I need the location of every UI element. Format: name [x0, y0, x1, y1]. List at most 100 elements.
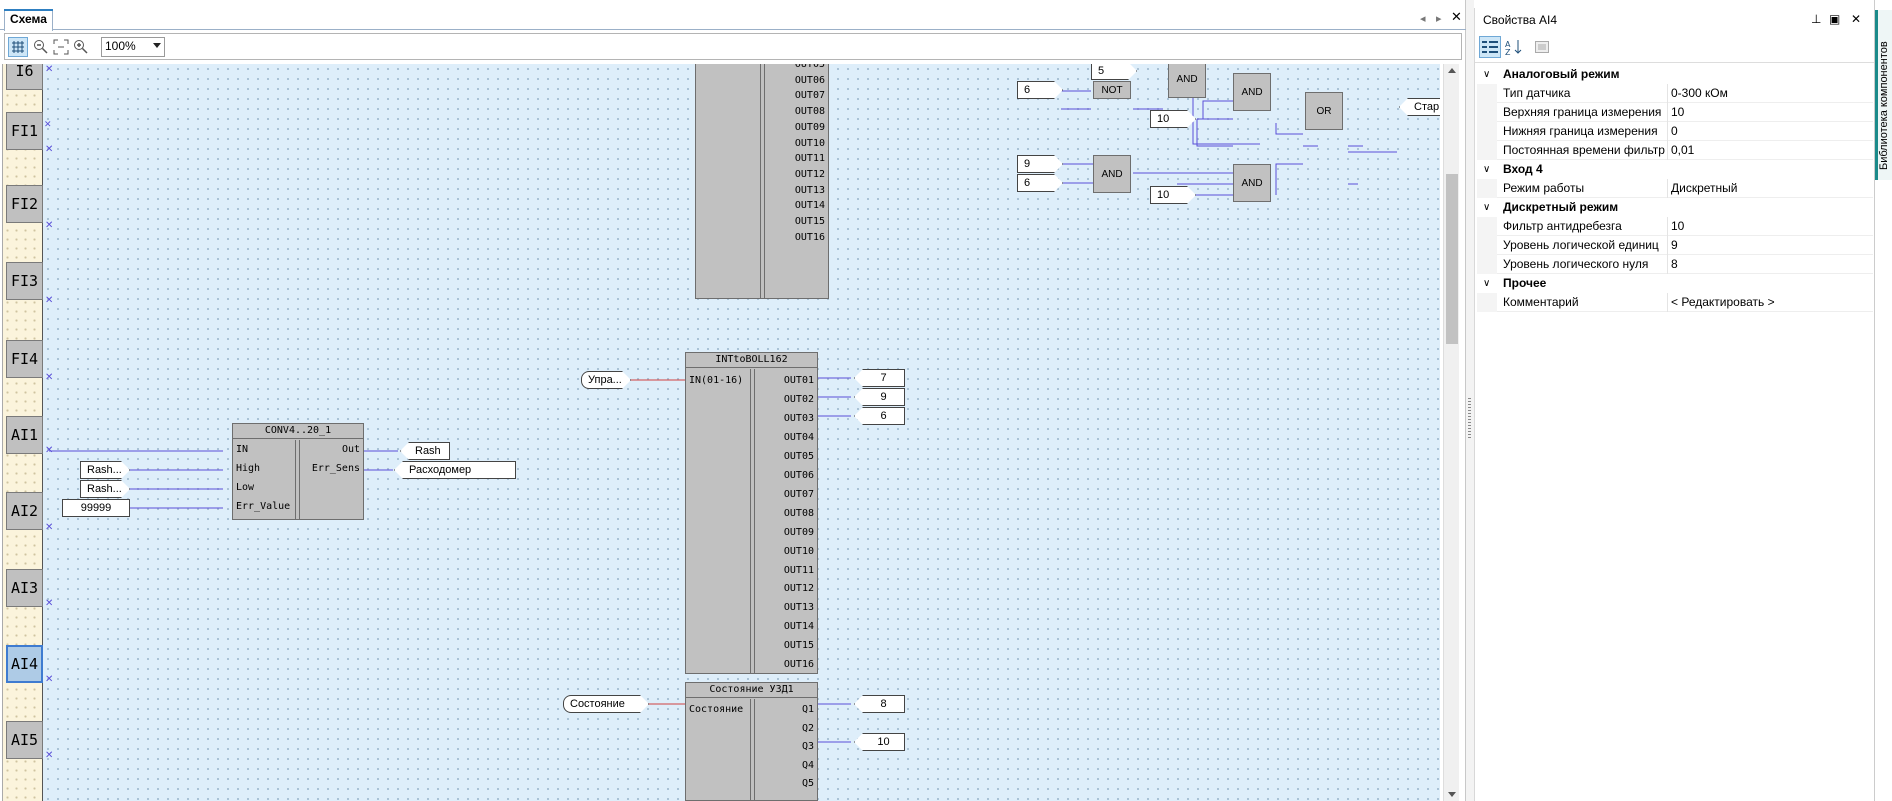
conv-out-flag[interactable]: Rash — [400, 442, 450, 460]
top-block[interactable]: OUT05 OUT06 OUT07 OUT08 OUT09 OUT10 OUT11 OUT12… — [695, 64, 829, 299]
conv-output-err-sens[interactable]: Err_Sens — [312, 463, 360, 475]
maximize-icon[interactable]: ▣ — [1829, 12, 1840, 26]
property-row[interactable]: Уровень логического нуля 8 — [1477, 255, 1873, 274]
property-row[interactable]: Верхняя граница измерения 10 — [1477, 103, 1873, 122]
state-input[interactable]: Состояние — [689, 704, 743, 716]
io-block-ai4[interactable]: AI4 — [6, 645, 43, 683]
schema-canvas[interactable]: ✕ I6 FI1 FI2 FI3 FI4 AI1 AI2 AI3 AI4 AI5… — [2, 64, 1440, 801]
and-gate-2[interactable]: AND — [1233, 73, 1271, 111]
scroll-thumb[interactable] — [1446, 174, 1458, 344]
zoom-in-icon[interactable] — [71, 37, 91, 57]
state-block-output-0[interactable]: Q1 — [802, 704, 814, 716]
property-value[interactable]: < Редактировать > — [1667, 293, 1775, 312]
state-block-output-1[interactable]: Q2 — [802, 723, 814, 735]
io-block-fi4[interactable]: FI4 — [6, 340, 43, 378]
property-row[interactable]: Режим работы Дискретный — [1477, 179, 1873, 198]
int-block-output-15[interactable]: OUT16 — [784, 659, 814, 671]
property-group[interactable]: ∨ Вход 4 — [1477, 160, 1873, 179]
io-block-ai2[interactable]: AI2 — [6, 492, 43, 530]
const-10b[interactable]: 10 — [1150, 186, 1196, 204]
int-out03-flag[interactable]: 6 — [854, 407, 905, 425]
const-10a[interactable]: 10 — [1150, 110, 1196, 128]
const-6a[interactable]: 6 — [1017, 81, 1063, 99]
zoom-fit-icon[interactable] — [51, 37, 71, 57]
tab-scroll-left-icon[interactable]: ◂ — [1420, 12, 1426, 25]
not-gate[interactable]: NOT — [1093, 81, 1131, 99]
int-block-output-8[interactable]: OUT09 — [784, 527, 814, 539]
component-library-tab[interactable]: Библиотека компонентов — [1874, 0, 1892, 801]
property-pages-icon[interactable] — [1531, 36, 1553, 58]
int-block-output-7[interactable]: OUT08 — [784, 508, 814, 520]
int-out02-flag[interactable]: 9 — [854, 388, 905, 406]
property-row[interactable]: Уровень логической единиц 9 — [1477, 236, 1873, 255]
tab-scroll-right-icon[interactable]: ▸ — [1436, 12, 1442, 25]
int-block-output-5[interactable]: OUT06 — [784, 470, 814, 482]
property-value[interactable]: Дискретный — [1667, 179, 1737, 198]
top-block-output-1[interactable]: OUT06 — [795, 75, 825, 87]
state-block[interactable]: Состояние УЗД1 Состояние Q1 Q2 Q3 Q4 Q5 — [685, 682, 818, 801]
state-block-output-2[interactable]: Q3 — [802, 741, 814, 753]
property-group[interactable]: ∨ Аналоговый режим — [1477, 65, 1873, 84]
conv-err-sens-flag[interactable]: Расходомер авария — [394, 461, 516, 479]
state-block-output-3[interactable]: Q4 — [802, 760, 814, 772]
io-block-i6[interactable]: I6 — [6, 64, 43, 90]
top-block-output-6[interactable]: OUT11 — [795, 153, 825, 165]
scroll-up-icon[interactable] — [1448, 68, 1456, 73]
conv-input-in[interactable]: IN — [236, 444, 248, 456]
property-group[interactable]: ∨ Прочее — [1477, 274, 1873, 293]
property-value[interactable]: 8 — [1667, 255, 1678, 274]
scroll-down-icon[interactable] — [1448, 792, 1456, 797]
property-value[interactable]: 9 — [1667, 236, 1678, 255]
int-block[interactable]: INTtoBOLL162 IN(01-16) OUT01 OUT02 OUT03 OU… — [685, 352, 818, 674]
io-block-ai5[interactable]: AI5 — [6, 721, 43, 759]
int-block-output-6[interactable]: OUT07 — [784, 489, 814, 501]
chevron-down-icon[interactable]: ∨ — [1483, 160, 1490, 179]
and-gate-1[interactable]: AND — [1168, 64, 1206, 98]
state-input-flag[interactable]: Состояние — [563, 695, 649, 713]
categorized-view-icon[interactable] — [1479, 36, 1501, 58]
io-block-fi2[interactable]: FI2 — [6, 185, 43, 223]
int-block-output-9[interactable]: OUT10 — [784, 546, 814, 558]
int-block-output-10[interactable]: OUT11 — [784, 565, 814, 577]
top-block-output-2[interactable]: OUT07 — [795, 90, 825, 102]
io-block-fi1[interactable]: FI1 — [6, 112, 43, 150]
int-block-output-2[interactable]: OUT03 — [784, 413, 814, 425]
vertical-scrollbar[interactable] — [1443, 64, 1459, 801]
property-value[interactable]: 0,01 — [1667, 141, 1694, 160]
close-icon[interactable]: ✕ — [1851, 12, 1861, 26]
io-block-fi3[interactable]: FI3 — [6, 262, 43, 300]
tab-schema[interactable]: Схема — [4, 9, 53, 31]
int-input-flag[interactable]: Упра... — [581, 371, 631, 389]
top-block-output-10[interactable]: OUT15 — [795, 216, 825, 228]
property-row[interactable]: Комментарий < Редактировать > — [1477, 293, 1873, 312]
top-block-output-4[interactable]: OUT09 — [795, 122, 825, 134]
int-block-output-13[interactable]: OUT14 — [784, 621, 814, 633]
conv-input-err-value[interactable]: Err_Value — [236, 501, 290, 513]
property-group[interactable]: ∨ Дискретный режим — [1477, 198, 1873, 217]
int-input[interactable]: IN(01-16) — [689, 375, 743, 387]
conv-low-flag[interactable]: Rash... — [80, 480, 130, 498]
top-block-output-11[interactable]: OUT16 — [795, 232, 825, 244]
property-value[interactable]: 10 — [1667, 217, 1684, 236]
io-block-ai1[interactable]: AI1 — [6, 416, 43, 454]
splitter-grip[interactable] — [1468, 398, 1471, 438]
top-block-output-7[interactable]: OUT12 — [795, 169, 825, 181]
sort-alpha-icon[interactable]: AZ — [1503, 36, 1525, 58]
or-gate[interactable]: OR — [1305, 92, 1343, 130]
const-5[interactable]: 5 — [1091, 64, 1137, 80]
conv-err-value-const[interactable]: 99999 — [62, 499, 130, 517]
grid-toggle-icon[interactable] — [8, 37, 28, 57]
int-block-output-11[interactable]: OUT12 — [784, 583, 814, 595]
property-value[interactable]: 0 — [1667, 122, 1678, 141]
property-value[interactable]: 10 — [1667, 103, 1684, 122]
property-row[interactable]: Тип датчика 0-300 кОм — [1477, 84, 1873, 103]
chevron-down-icon[interactable]: ∨ — [1483, 65, 1490, 84]
int-block-output-12[interactable]: OUT13 — [784, 602, 814, 614]
top-block-output-5[interactable]: OUT10 — [795, 138, 825, 150]
conv-high-flag[interactable]: Rash... — [80, 461, 130, 479]
top-block-output-9[interactable]: OUT14 — [795, 200, 825, 212]
io-block-ai3[interactable]: AI3 — [6, 569, 43, 607]
int-block-output-14[interactable]: OUT15 — [784, 640, 814, 652]
top-block-output-3[interactable]: OUT08 — [795, 106, 825, 118]
property-value[interactable]: 0-300 кОм — [1667, 84, 1728, 103]
